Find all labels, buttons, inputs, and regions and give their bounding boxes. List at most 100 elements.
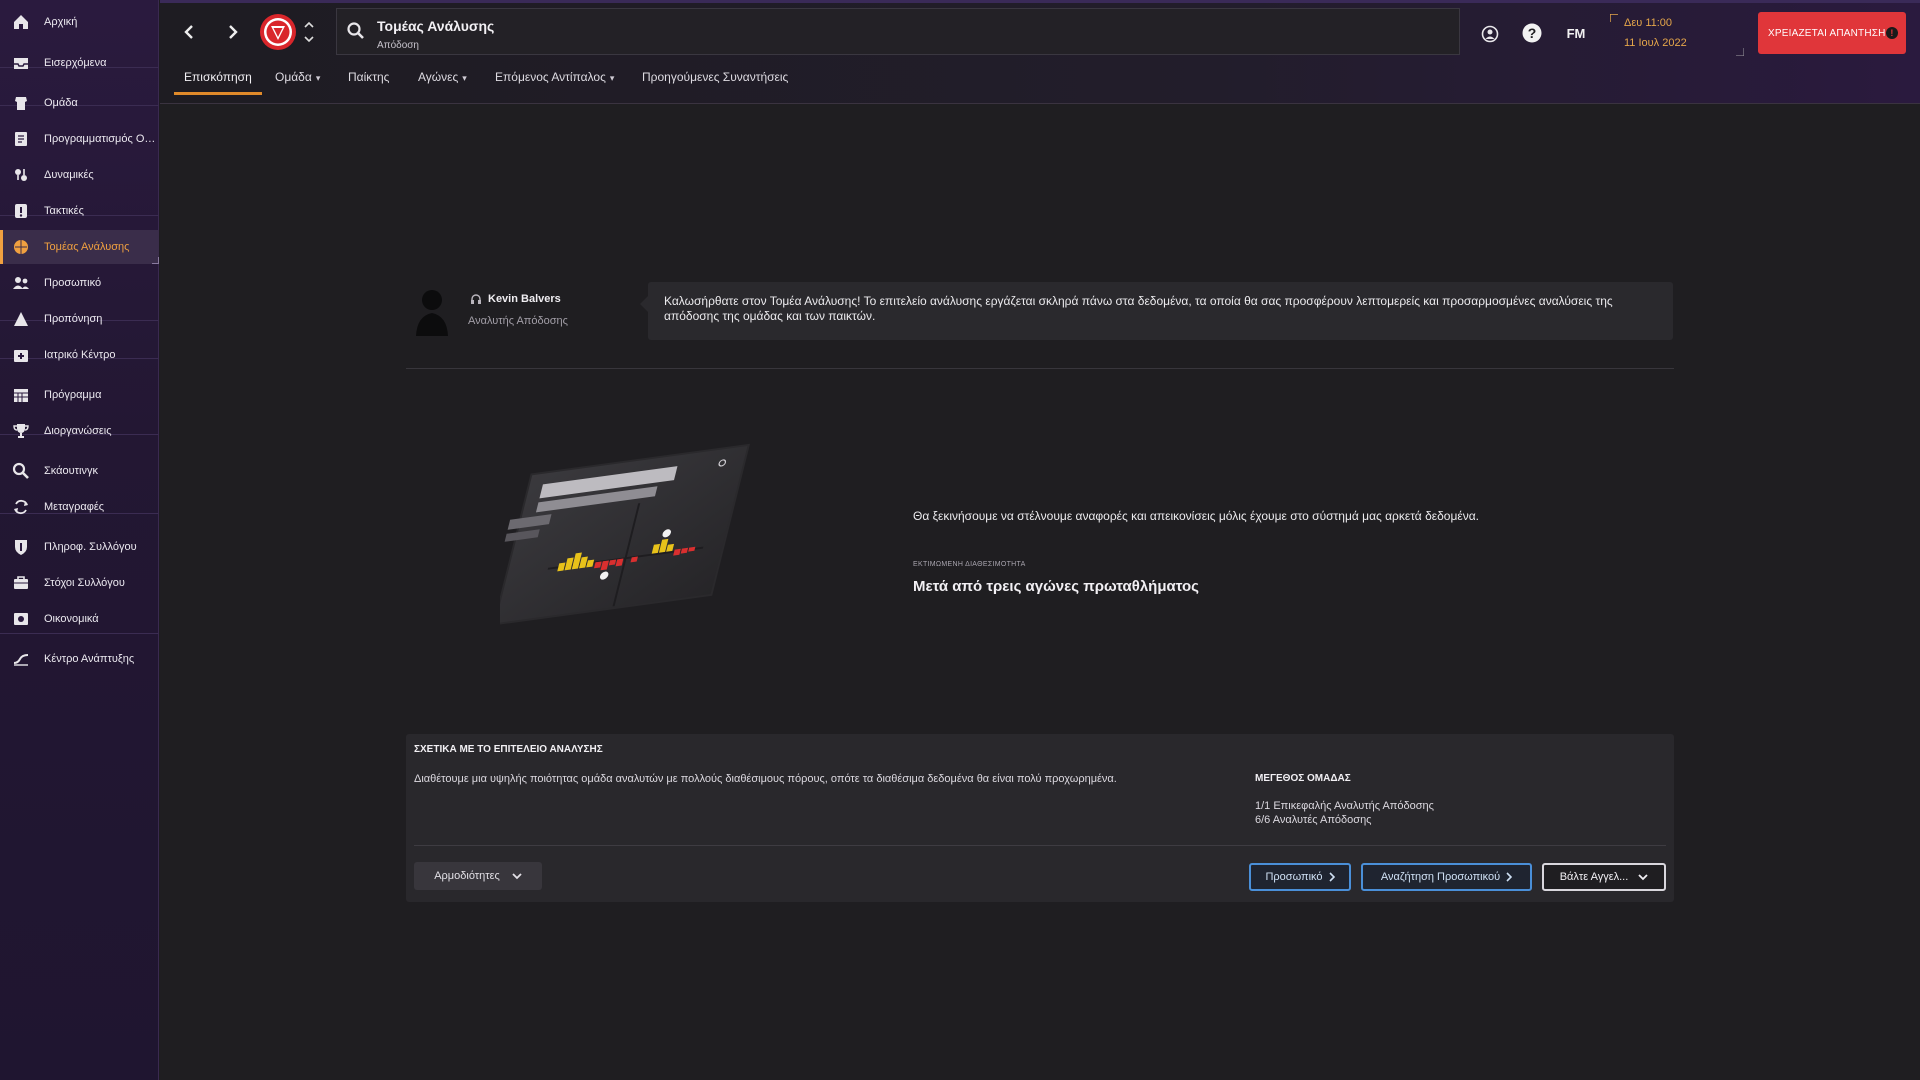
chevron-left-icon [184, 25, 193, 39]
inbox-icon [12, 54, 30, 72]
sidebar-item-label: Πρόγραμμα [44, 389, 102, 401]
sidebar-item-label: Πληροφ. Συλλόγου [44, 541, 137, 553]
place-ad-button[interactable]: Βάλτε Αγγελ... [1542, 863, 1666, 891]
place-ad-button-label: Βάλτε Αγγελ... [1559, 871, 1629, 883]
corner-bracket-icon [1736, 48, 1744, 56]
needs-reply-label: ΧΡΕΙΑΖΕΤΑΙ ΑΠΑΝΤΗΣΗ [1768, 27, 1886, 39]
club-crest-icon [260, 14, 296, 50]
tab-previous-meetings[interactable]: Προηγούμενες Συναντήσεις [642, 70, 788, 94]
needs-reply-button[interactable]: ΧΡΕΙΑΖΕΤΑΙ ΑΠΑΝΤΗΣΗ ! [1758, 12, 1906, 54]
sidebar-item-label: Στόχοι Συλλόγου [44, 577, 125, 589]
development-icon [12, 650, 30, 668]
scouting-icon [12, 462, 30, 480]
home-icon [12, 13, 30, 31]
dynamics-icon [12, 166, 30, 184]
sidebar-item-development[interactable]: Κέντρο Ανάπτυξης [0, 642, 159, 676]
tab-player[interactable]: Παίκτης [348, 70, 389, 94]
avatar-silhouette-icon [416, 290, 448, 336]
eta-label: ΕΚΤΙΜΩΜΕΝΗ ΔΙΑΘΕΣΙΜΟΤΗΤΑ [913, 561, 1026, 568]
sidebar-item-label: Αρχική [44, 16, 78, 28]
sidebar-item-staff[interactable]: Προσωπικό [0, 266, 159, 300]
current-time: Δευ 11:00 [1624, 17, 1673, 29]
team-size-head-analysts: 1/1 Επικεφαλής Αναλυτής Απόδοσης [1255, 800, 1434, 812]
sidebar-item-planner[interactable]: Προγραμματισμός Ομ... [0, 122, 159, 156]
about-title: ΣΧΕΤΙΚΑ ΜΕ ΤΟ ΕΠΙΤΕΛΕΙΟ ΑΝΑΛΥΣΗΣ [414, 744, 603, 755]
search-subtitle: Απόδοση [377, 40, 419, 51]
fm-menu-button[interactable]: FM [1560, 22, 1592, 44]
sidebar-item-club-info[interactable]: Πληροφ. Συλλόγου [0, 530, 159, 564]
about-description: Διαθέτουμε μια υψηλής ποιότητας ομάδα αν… [414, 773, 1117, 785]
chevron-down-icon: ▾ [462, 73, 467, 83]
sidebar-item-training[interactable]: Προπόνηση [0, 302, 159, 336]
sidebar-item-finances[interactable]: Οικονομικά [0, 602, 159, 636]
sidebar-item-club-goals[interactable]: Στόχοι Συλλόγου [0, 566, 159, 600]
search-staff-button-label: Αναζήτηση Προσωπικού [1380, 871, 1501, 883]
social-button[interactable] [1478, 22, 1502, 46]
club-goals-icon [12, 574, 30, 592]
roles-dropdown-label: Αρμοδιότητες [434, 870, 500, 882]
chevron-down-icon [1638, 874, 1648, 881]
analyst-role: Αναλυτής Απόδοσης [468, 315, 568, 327]
sidebar-item-scouting[interactable]: Σκάουτινγκ [0, 454, 159, 488]
divider [406, 368, 1674, 369]
sidebar-item-label: Προσωπικό [44, 277, 102, 289]
sidebar-item-schedule[interactable]: Πρόγραμμα [0, 378, 159, 412]
chevron-right-icon [229, 25, 238, 39]
chevron-down-icon: ▾ [315, 73, 321, 83]
pending-message: Θα ξεκινήσουμε να στέλνουμε αναφορές και… [913, 509, 1479, 523]
current-date: 11 Ιουλ 2022 [1624, 37, 1687, 49]
sidebar-item-trophy[interactable]: Διοργανώσεις [0, 414, 159, 448]
tab-matches[interactable]: Αγώνες ▾ [418, 70, 467, 94]
sidebar-item-home[interactable]: Αρχική [0, 5, 159, 39]
alert-icon: ! [1886, 27, 1898, 39]
search-staff-button[interactable]: Αναζήτηση Προσωπικού [1361, 863, 1532, 891]
tactics-icon [12, 202, 30, 220]
sidebar-item-label: Οικονομικά [44, 613, 99, 625]
staff-button[interactable]: Προσωπικό [1249, 863, 1351, 891]
sidebar-item-label: Ομάδα [44, 97, 78, 109]
search-box[interactable]: Τομέας Ανάλυσης Απόδοση [336, 8, 1460, 55]
headset-icon [471, 294, 481, 304]
tab-overview[interactable]: Επισκόπηση [174, 70, 262, 95]
sidebar-item-tactics[interactable]: Τακτικές [0, 194, 159, 228]
sidebar-item-label: Δυναμικές [44, 169, 94, 181]
chevron-down-icon [512, 873, 522, 880]
forward-button[interactable] [222, 20, 244, 44]
sidebar-item-label: Προγραμματισμός Ομ... [44, 133, 156, 145]
sidebar-item-transfers[interactable]: Μεταγραφές [0, 490, 159, 524]
tab-next-opponent[interactable]: Επόμενος Αντίπαλος ▾ [495, 70, 614, 94]
globe-person-icon [1481, 25, 1499, 43]
finances-icon [12, 610, 30, 628]
divider [414, 845, 1666, 846]
sidebar-item-label: Μεταγραφές [44, 501, 105, 513]
about-analysis-staff-panel: ΣΧΕΤΙΚΑ ΜΕ ΤΟ ΕΠΙΤΕΛΕΙΟ ΑΝΑΛΥΣΗΣ Διαθέτο… [406, 734, 1674, 902]
sidebar-item-squad[interactable]: Ομάδα [0, 86, 159, 120]
sidebar-item-label: Σκάουτινγκ [44, 465, 98, 477]
back-button[interactable] [178, 20, 200, 44]
sidebar-item-label: Τακτικές [44, 205, 84, 217]
roles-dropdown-button[interactable]: Αρμοδιότητες [414, 862, 542, 890]
help-icon: ? [1522, 23, 1542, 43]
training-icon [12, 310, 30, 328]
eta-value: Μετά από τρεις αγώνες πρωταθλήματος [913, 578, 1199, 595]
sidebar-item-medical[interactable]: Ιατρικό Κέντρο [0, 338, 159, 372]
sidebar-item-label: Εισερχόμενα [44, 57, 107, 69]
top-strip [160, 0, 1920, 3]
sidebar-item-dynamics[interactable]: Δυναμικές [0, 158, 159, 192]
team-size-analysts: 6/6 Αναλυτές Απόδοσης [1255, 814, 1372, 826]
analyst-name[interactable]: Kevin Balvers [488, 293, 561, 305]
tab-player-label: Παίκτης [348, 70, 390, 84]
help-button[interactable]: ? [1520, 21, 1544, 45]
sidebar-item-label: Διοργανώσεις [44, 425, 112, 437]
search-icon [347, 22, 364, 39]
transfers-icon [12, 498, 30, 516]
club-switch-button[interactable] [302, 18, 316, 46]
sidebar-item-inbox[interactable]: Εισερχόμενα [0, 46, 159, 80]
tab-team-label: Ομάδα [275, 70, 312, 84]
club-badge[interactable] [259, 13, 297, 51]
date-block[interactable]: Δευ 11:00 11 Ιουλ 2022 [1610, 14, 1744, 56]
club-info-icon [12, 538, 30, 556]
tab-team[interactable]: Ομάδα ▾ [275, 70, 320, 94]
sidebar-item-analysis[interactable]: Τομέας Ανάλυσης [0, 230, 159, 264]
analysis-chart-illustration [500, 443, 751, 626]
